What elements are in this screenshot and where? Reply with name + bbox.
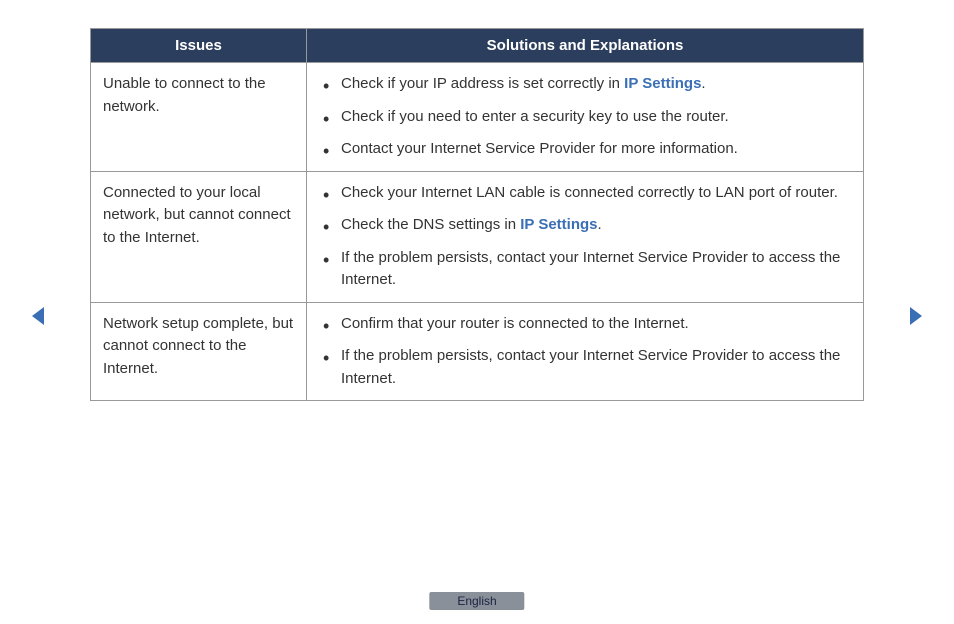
table-row: Network setup complete, but cannot conne…	[91, 302, 864, 401]
ip-settings-link[interactable]: IP Settings	[520, 216, 597, 233]
list-item: If the problem persists, contact your In…	[323, 345, 851, 390]
header-solutions: Solutions and Explanations	[307, 29, 864, 63]
table-row: Connected to your local network, but can…	[91, 171, 864, 302]
table-row: Unable to connect to the network. Check …	[91, 63, 864, 172]
next-page-button[interactable]	[906, 305, 924, 327]
solutions-cell: Check if your IP address is set correctl…	[307, 63, 864, 172]
list-item: Confirm that your router is connected to…	[323, 313, 851, 336]
list-item: Check the DNS settings in IP Settings.	[323, 214, 851, 237]
list-item: Contact your Internet Service Provider f…	[323, 138, 851, 161]
list-item: Check if you need to enter a security ke…	[323, 106, 851, 129]
ip-settings-link[interactable]: IP Settings	[624, 75, 701, 92]
prev-page-button[interactable]	[30, 305, 48, 327]
issue-text: Unable to connect to the network.	[91, 63, 307, 172]
troubleshooting-table: Issues Solutions and Explanations Unable…	[90, 28, 864, 401]
solutions-cell: Confirm that your router is connected to…	[307, 302, 864, 401]
list-item: Check your Internet LAN cable is connect…	[323, 182, 851, 205]
header-issues: Issues	[91, 29, 307, 63]
issue-text: Network setup complete, but cannot conne…	[91, 302, 307, 401]
language-label: English	[429, 592, 524, 610]
issue-text: Connected to your local network, but can…	[91, 171, 307, 302]
list-item: If the problem persists, contact your In…	[323, 247, 851, 292]
list-item: Check if your IP address is set correctl…	[323, 73, 851, 96]
solutions-cell: Check your Internet LAN cable is connect…	[307, 171, 864, 302]
